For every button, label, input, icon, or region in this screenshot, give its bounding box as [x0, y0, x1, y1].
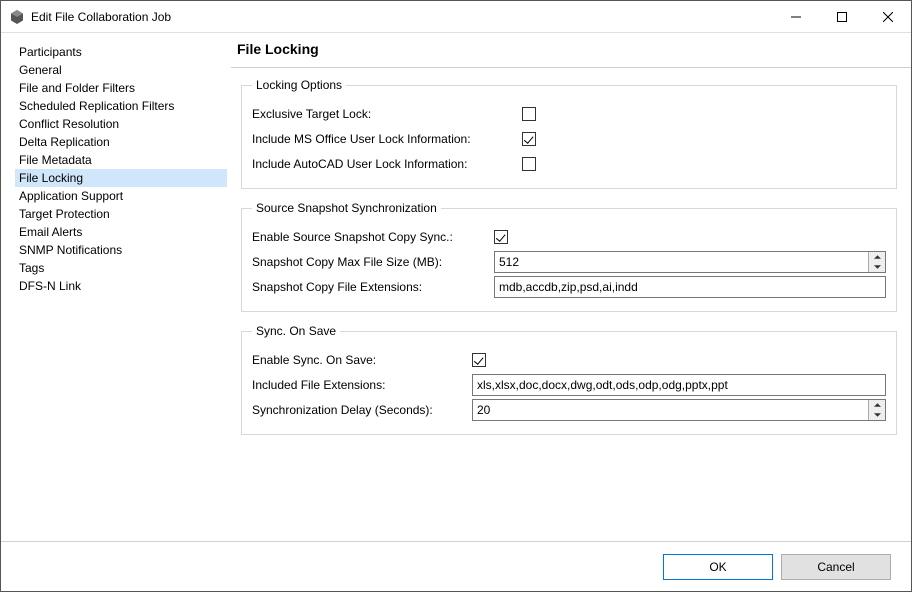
spinner-up-icon[interactable]	[869, 252, 885, 262]
sidebar-item-dfsn-link[interactable]: DFS-N Link	[15, 277, 227, 295]
sidebar: Participants General File and Folder Fil…	[1, 33, 231, 541]
exclusive-target-lock-checkbox[interactable]	[522, 107, 536, 121]
app-icon	[9, 9, 25, 25]
titlebar: Edit File Collaboration Job	[1, 1, 911, 33]
spinner-up-icon[interactable]	[869, 400, 885, 410]
snapshot-max-size-label: Snapshot Copy Max File Size (MB):	[252, 255, 494, 269]
enable-sync-on-save-label: Enable Sync. On Save:	[252, 353, 472, 367]
page-title: File Locking	[231, 33, 911, 68]
ms-office-lock-label: Include MS Office User Lock Information:	[252, 132, 522, 146]
source-snapshot-group: Source Snapshot Synchronization Enable S…	[241, 201, 897, 312]
locking-options-group: Locking Options Exclusive Target Lock: I…	[241, 78, 897, 189]
autocad-lock-label: Include AutoCAD User Lock Information:	[252, 157, 522, 171]
sidebar-item-file-metadata[interactable]: File Metadata	[15, 151, 227, 169]
sidebar-item-target-protection[interactable]: Target Protection	[15, 205, 227, 223]
sidebar-item-email-alerts[interactable]: Email Alerts	[15, 223, 227, 241]
sidebar-item-participants[interactable]: Participants	[15, 43, 227, 61]
snapshot-max-size-input[interactable]	[495, 252, 868, 272]
button-bar: OK Cancel	[1, 541, 911, 591]
sidebar-item-general[interactable]: General	[15, 61, 227, 79]
sidebar-item-snmp-notifications[interactable]: SNMP Notifications	[15, 241, 227, 259]
sync-delay-label: Synchronization Delay (Seconds):	[252, 403, 472, 417]
sidebar-item-tags[interactable]: Tags	[15, 259, 227, 277]
enable-sync-on-save-checkbox[interactable]	[472, 353, 486, 367]
sidebar-item-scheduled-replication-filters[interactable]: Scheduled Replication Filters	[15, 97, 227, 115]
sidebar-item-application-support[interactable]: Application Support	[15, 187, 227, 205]
sidebar-item-conflict-resolution[interactable]: Conflict Resolution	[15, 115, 227, 133]
content-pane: File Locking Locking Options Exclusive T…	[231, 33, 911, 541]
snapshot-max-size-spinner[interactable]	[494, 251, 886, 273]
sync-delay-input[interactable]	[473, 400, 868, 420]
enable-snapshot-sync-checkbox[interactable]	[494, 230, 508, 244]
locking-options-legend: Locking Options	[252, 78, 346, 92]
window-title: Edit File Collaboration Job	[31, 10, 773, 24]
sync-on-save-group: Sync. On Save Enable Sync. On Save: Incl…	[241, 324, 897, 435]
enable-snapshot-sync-label: Enable Source Snapshot Copy Sync.:	[252, 230, 494, 244]
ok-button[interactable]: OK	[663, 554, 773, 580]
window-buttons	[773, 1, 911, 32]
ms-office-lock-checkbox[interactable]	[522, 132, 536, 146]
sync-delay-spinner[interactable]	[472, 399, 886, 421]
sidebar-item-file-folder-filters[interactable]: File and Folder Filters	[15, 79, 227, 97]
snapshot-ext-label: Snapshot Copy File Extensions:	[252, 280, 494, 294]
exclusive-target-lock-label: Exclusive Target Lock:	[252, 107, 522, 121]
minimize-button[interactable]	[773, 1, 819, 32]
source-snapshot-legend: Source Snapshot Synchronization	[252, 201, 441, 215]
included-ext-label: Included File Extensions:	[252, 378, 472, 392]
sync-on-save-legend: Sync. On Save	[252, 324, 340, 338]
sidebar-item-file-locking[interactable]: File Locking	[15, 169, 227, 187]
cancel-button[interactable]: Cancel	[781, 554, 891, 580]
spinner-down-icon[interactable]	[869, 410, 885, 420]
snapshot-ext-input[interactable]	[494, 276, 886, 298]
close-button[interactable]	[865, 1, 911, 32]
autocad-lock-checkbox[interactable]	[522, 157, 536, 171]
included-ext-input[interactable]	[472, 374, 886, 396]
maximize-button[interactable]	[819, 1, 865, 32]
spinner-down-icon[interactable]	[869, 262, 885, 272]
sidebar-item-delta-replication[interactable]: Delta Replication	[15, 133, 227, 151]
